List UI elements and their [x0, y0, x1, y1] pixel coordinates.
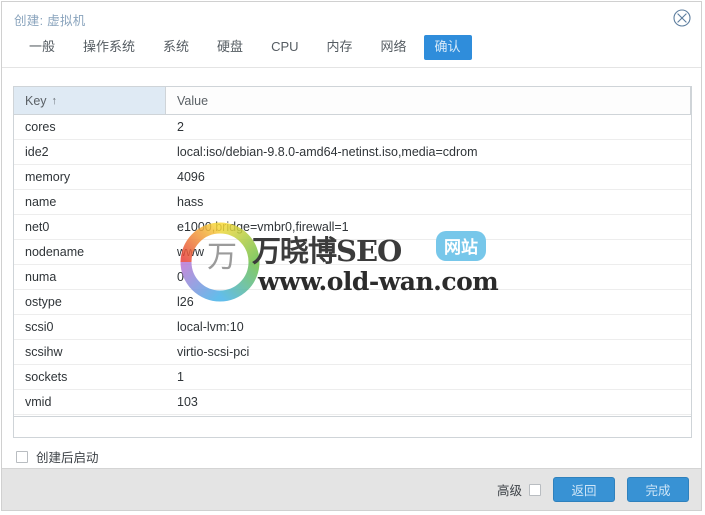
row-value: 103	[177, 395, 198, 409]
tab-hard-disk[interactable]: 硬盘	[206, 35, 254, 60]
advanced-label: 高级	[496, 484, 522, 498]
back-button[interactable]: 返回	[553, 477, 615, 502]
finish-button[interactable]: 完成	[627, 477, 689, 502]
table-row[interactable]: memory 4096	[14, 165, 691, 190]
row-value: hass	[177, 195, 204, 209]
screenshot-root: 创建: 虚拟机 一般 操作系统 系统 硬盘 CPU 内存 网络 确认 Key ↑…	[0, 0, 705, 515]
table-row[interactable]: numa 0	[14, 265, 691, 290]
tab-cpu[interactable]: CPU	[260, 35, 309, 60]
table-row[interactable]: scsihw virtio-scsi-pci	[14, 340, 691, 365]
start-after-create-label: 创建后启动	[36, 451, 99, 465]
create-vm-dialog: 创建: 虚拟机 一般 操作系统 系统 硬盘 CPU 内存 网络 确认 Key ↑…	[1, 1, 702, 511]
row-key: ostype	[25, 295, 62, 309]
close-icon[interactable]	[673, 9, 691, 27]
table-row[interactable]: vmid 103	[14, 390, 691, 415]
row-value: 2	[177, 120, 184, 134]
wizard-tabbar: 一般 操作系统 系统 硬盘 CPU 内存 网络 确认	[2, 35, 701, 68]
table-row[interactable]: cores 2	[14, 115, 691, 140]
table-row[interactable]: name hass	[14, 190, 691, 215]
row-value: 0	[177, 270, 184, 284]
tab-system[interactable]: 系统	[152, 35, 200, 60]
column-header-key-label: Key	[25, 93, 47, 108]
grid-body: cores 2 ide2 local:iso/debian-9.8.0-amd6…	[14, 115, 691, 437]
row-value: virtio-scsi-pci	[177, 345, 250, 359]
row-value: local-lvm:10	[177, 320, 244, 334]
row-key: scsihw	[25, 345, 63, 359]
summary-grid-panel: Key ↑ Value cores 2 ide2 local:iso/debia…	[13, 86, 692, 438]
row-key: nodename	[25, 245, 85, 259]
row-value: 4096	[177, 170, 205, 184]
row-key: net0	[25, 220, 50, 234]
row-key: memory	[25, 170, 71, 184]
column-header-key[interactable]: Key ↑	[14, 87, 166, 114]
row-value: local:iso/debian-9.8.0-amd64-netinst.iso…	[177, 145, 478, 159]
row-key: sockets	[25, 370, 68, 384]
advanced-checkbox[interactable]	[529, 483, 541, 496]
row-key: cores	[25, 120, 56, 134]
row-value: www	[177, 245, 205, 259]
grid-header-row: Key ↑ Value	[14, 87, 691, 115]
tabbar-divider	[2, 67, 701, 68]
column-header-value[interactable]: Value	[166, 87, 691, 114]
dialog-titlebar: 创建: 虚拟机	[2, 2, 701, 35]
row-key: name	[25, 195, 57, 209]
table-row[interactable]: nodename www	[14, 240, 691, 265]
dialog-title: 创建: 虚拟机	[14, 14, 86, 28]
tab-memory[interactable]: 内存	[316, 35, 364, 60]
dialog-footer: 高级 返回 完成	[2, 468, 701, 510]
tab-os[interactable]: 操作系统	[72, 35, 146, 60]
tab-network[interactable]: 网络	[370, 35, 418, 60]
row-key: scsi0	[25, 320, 54, 334]
start-after-create-row: 创建后启动	[16, 447, 99, 466]
table-row[interactable]: sockets 1	[14, 365, 691, 390]
row-key: ide2	[25, 145, 49, 159]
tab-confirm[interactable]: 确认	[423, 35, 472, 60]
start-after-create-checkbox[interactable]	[16, 450, 28, 463]
table-row[interactable]: ide2 local:iso/debian-9.8.0-amd64-netins…	[14, 140, 691, 165]
column-header-value-label: Value	[177, 93, 209, 108]
row-value: e1000,bridge=vmbr0,firewall=1	[177, 220, 349, 234]
table-row[interactable]: net0 e1000,bridge=vmbr0,firewall=1	[14, 215, 691, 240]
table-row[interactable]: scsi0 local-lvm:10	[14, 315, 691, 340]
row-value: 1	[177, 370, 184, 384]
grid-empty-area	[14, 416, 691, 437]
sort-ascending-icon: ↑	[51, 94, 58, 107]
table-row[interactable]: ostype l26	[14, 290, 691, 315]
row-key: numa	[25, 270, 57, 284]
tab-general[interactable]: 一般	[18, 35, 66, 60]
row-key: vmid	[25, 395, 52, 409]
row-value: l26	[177, 295, 194, 309]
